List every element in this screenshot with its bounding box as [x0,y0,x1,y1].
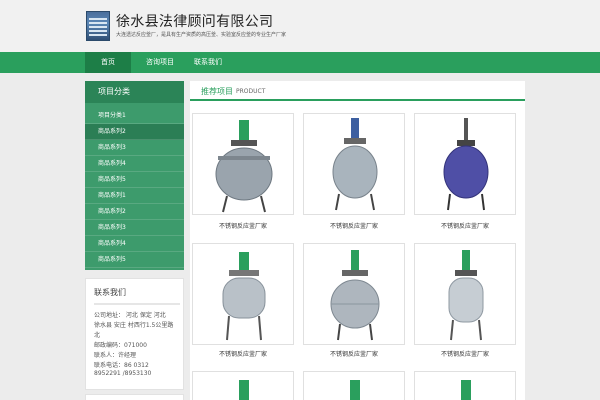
reactor-icon [461,380,471,400]
contact-address: 公司地址： 河北 保定 河北 [94,312,166,319]
main-nav: 首页 咨询项目 联系我们 [0,52,600,73]
sidebar-item[interactable]: 商品系列2 [85,124,184,140]
category-title: 项目分类 [85,81,184,103]
sidebar-item[interactable]: 商品系列4 [85,236,184,252]
reactor-icon [448,250,484,341]
company-name: 徐水县法律顾问有限公司 [116,14,274,30]
sidebar-item[interactable]: 商品系列1 [85,188,184,204]
product-caption[interactable]: 不锈钢反应釜厂家 [414,221,516,230]
contact-postcode: 邮政编码：071000 [94,342,147,349]
contact-divider [94,303,180,305]
contact-panel: 联系我们 公司地址： 河北 保定 河北 徐水县 安庄 村西行1.5公里路 北 邮… [85,278,184,390]
product-card[interactable] [303,243,405,345]
reactor-icon [332,118,378,211]
product-card[interactable] [414,113,516,215]
sidebar-item[interactable]: 商品系列5 [85,172,184,188]
nav-item-contact[interactable]: 联系我们 [185,52,231,73]
contact-title: 联系我们 [94,288,126,297]
sidebar-item[interactable]: 商品系列4 [85,156,184,172]
contact-phone: 8952291 /8953130 [94,370,152,377]
section-subtitle: PRODUCT [236,88,266,95]
company-logo[interactable] [86,11,110,41]
product-card[interactable] [303,113,405,215]
reactor-icon [239,380,249,400]
reactor-icon [443,118,489,211]
reactor-icon [222,252,266,341]
section-title: 推荐项目 [201,87,233,96]
sidebar-item[interactable]: 商品系列3 [85,220,184,236]
contact-phone: 联系电话：86 0312 [94,362,149,369]
reactor-icon [215,120,273,213]
product-card[interactable] [414,371,516,400]
nav-item-home[interactable]: 首页 [85,52,131,73]
contact-address: 徐水县 安庄 村西行1.5公里路 [94,322,174,329]
company-tagline: 大连透达反应釜厂，是具有生产资质的高压釜、实验室反应釜的专业生产厂家 [116,32,287,38]
product-card[interactable] [192,371,294,400]
sidebar-item[interactable]: 商品系列3 [85,140,184,156]
sidebar-item[interactable]: 项目分类1 [85,108,184,124]
sidebar-panel-bottom [85,394,184,400]
product-caption[interactable]: 不锈钢反应釜厂家 [192,221,294,230]
product-card[interactable] [192,243,294,345]
nav-item-consulting[interactable]: 咨询项目 [135,52,185,73]
contact-person: 联系人：许经理 [94,352,137,359]
product-caption[interactable]: 不锈钢反应釜厂家 [303,221,405,230]
category-sidebar: 项目分类 项目分类1 商品系列2 商品系列3 商品系列4 商品系列5 商品系列1… [85,81,184,270]
product-card[interactable] [192,113,294,215]
product-caption[interactable]: 不锈钢反应釜厂家 [192,349,294,358]
reactor-icon [330,250,380,341]
product-section: 推荐项目 PRODUCT 不锈钢反应釜厂家 不锈钢反应釜厂家 不锈钢反应釜厂家 … [190,81,525,400]
product-caption[interactable]: 不锈钢反应釜厂家 [303,349,405,358]
reactor-icon [350,380,360,400]
sidebar-item[interactable]: 商品系列2 [85,204,184,220]
product-card[interactable] [414,243,516,345]
sidebar-item[interactable]: 商品系列5 [85,252,184,268]
contact-address: 北 [94,332,101,339]
section-header: 推荐项目 PRODUCT [190,81,525,101]
product-caption[interactable]: 不锈钢反应釜厂家 [414,349,516,358]
product-card[interactable] [303,371,405,400]
site-header: 徐水县法律顾问有限公司 大连透达反应釜厂，是具有生产资质的高压釜、实验室反应釜的… [0,0,600,52]
